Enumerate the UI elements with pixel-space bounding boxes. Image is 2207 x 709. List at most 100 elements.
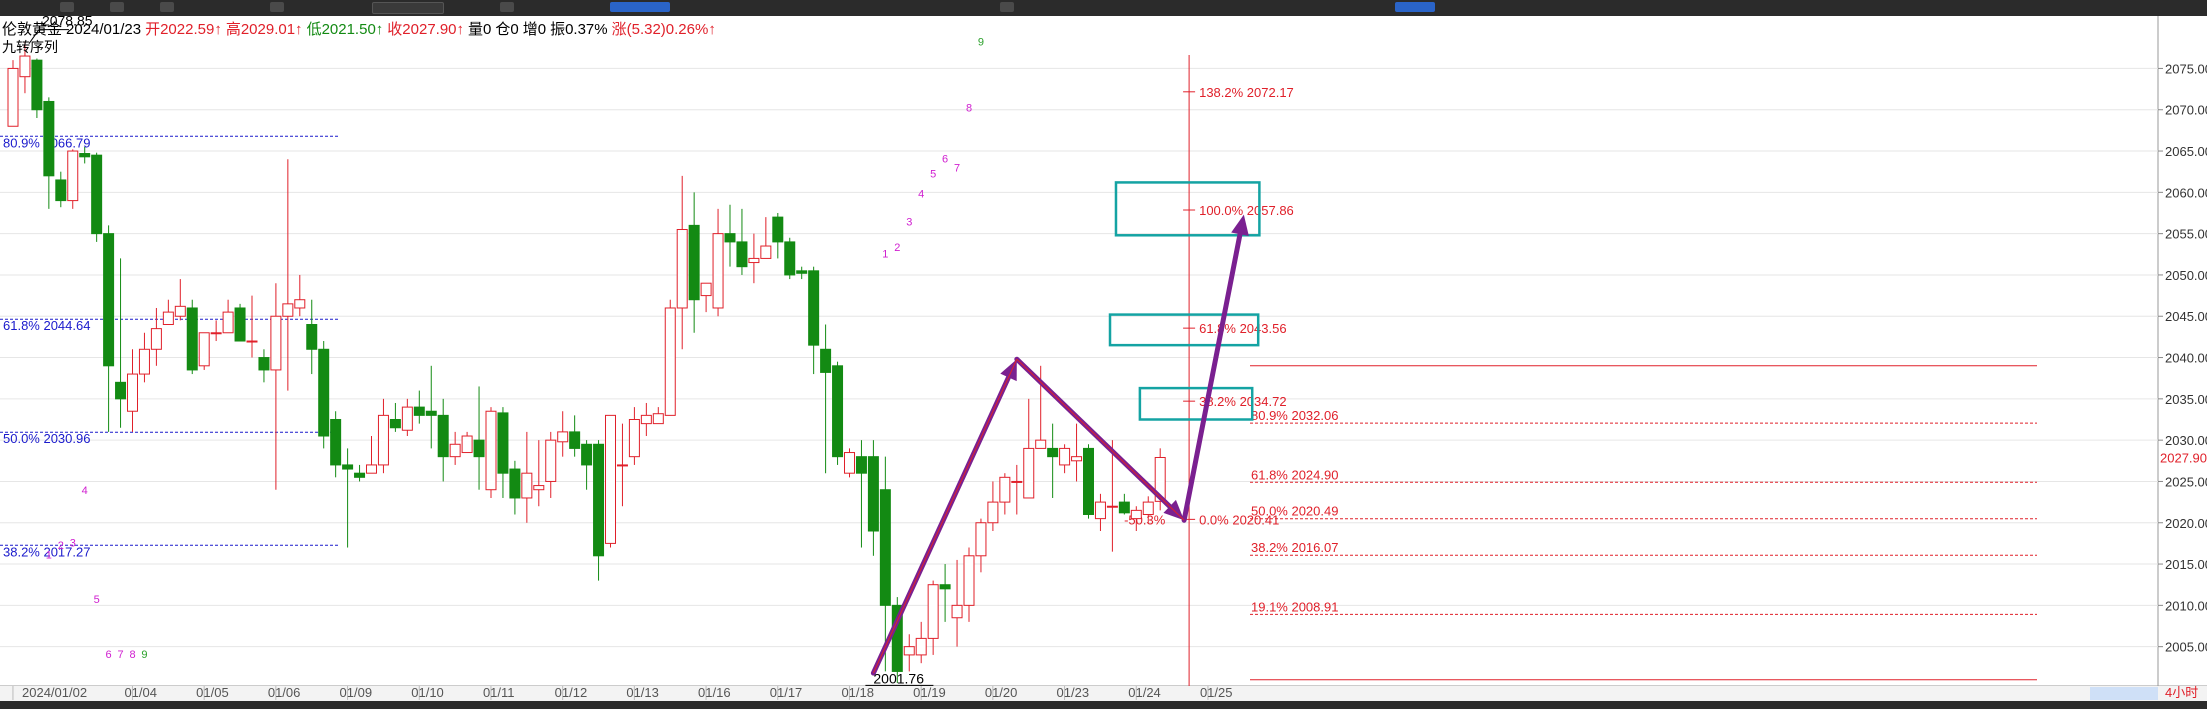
candle[interactable] [258,357,270,371]
candle[interactable] [533,485,545,491]
candle[interactable] [748,257,760,264]
candle[interactable] [700,282,712,297]
candle[interactable] [844,452,855,474]
candle[interactable] [425,410,437,416]
candle[interactable] [521,472,533,499]
candle[interactable] [915,637,927,656]
candle[interactable] [174,305,186,317]
candle[interactable] [628,418,640,458]
candle[interactable] [676,229,688,309]
candle[interactable] [19,55,31,78]
candle[interactable] [413,406,425,416]
candle[interactable] [1047,447,1059,458]
candle[interactable] [79,153,91,158]
candle[interactable] [903,646,915,656]
candle[interactable] [150,328,162,350]
candle[interactable] [67,150,79,202]
candle[interactable] [1035,439,1047,449]
candle[interactable] [724,233,736,243]
candle[interactable] [115,381,127,400]
candle[interactable] [246,340,258,343]
candle[interactable] [975,522,987,557]
candle[interactable] [879,489,891,606]
candle[interactable] [1106,505,1118,508]
candle[interactable] [401,406,413,431]
candle[interactable] [1130,509,1142,520]
candle[interactable] [198,332,210,367]
candle[interactable] [593,443,605,557]
candle[interactable] [186,307,198,371]
candle[interactable] [1142,501,1154,515]
candle[interactable] [1059,447,1071,466]
candle[interactable] [485,410,497,491]
candle[interactable] [7,67,19,127]
candle[interactable] [162,311,174,326]
candle[interactable] [55,179,67,202]
candle[interactable] [557,431,569,443]
candle[interactable] [867,456,879,532]
toolbar-input[interactable] [372,2,444,14]
candle[interactable] [545,439,557,482]
candle[interactable] [784,241,796,276]
candle[interactable] [987,501,999,524]
candle[interactable] [640,414,652,425]
candle[interactable] [832,365,844,458]
candle[interactable] [91,154,103,235]
toolbar-active-button[interactable] [1395,2,1435,12]
candle[interactable] [449,443,461,458]
candle[interactable] [1023,447,1035,499]
candle[interactable] [354,472,366,478]
candle[interactable] [282,303,294,317]
candle[interactable] [222,311,234,334]
candle[interactable] [760,245,772,259]
candle[interactable] [1094,501,1106,520]
candle[interactable] [294,299,306,309]
candle[interactable] [939,584,951,590]
candle[interactable] [461,435,473,454]
candle[interactable] [951,604,963,619]
candle[interactable] [688,224,700,301]
candle[interactable] [103,233,115,367]
toolbar-button[interactable] [110,2,124,12]
toolbar-active-button[interactable] [610,2,670,12]
candle[interactable] [772,216,784,243]
candle[interactable] [43,100,55,177]
candle[interactable] [1118,501,1130,514]
candle[interactable] [605,414,616,544]
candle[interactable] [31,59,43,111]
candle[interactable] [664,307,676,416]
candle[interactable] [270,315,282,371]
toolbar-button[interactable] [160,2,174,12]
candle[interactable] [497,412,509,474]
candlestick-chart[interactable]: 80.9% 2066.7961.8% 2044.6450.0% 2030.963… [0,0,2207,709]
candle[interactable] [234,307,246,342]
candle[interactable] [377,414,389,466]
candle[interactable] [127,373,138,412]
candle[interactable] [366,464,377,474]
candle[interactable] [569,431,581,449]
toolbar-button[interactable] [60,2,74,12]
candle[interactable] [1071,456,1083,462]
candle[interactable] [306,324,318,350]
candle[interactable] [330,418,342,466]
candle[interactable] [820,348,832,373]
candle[interactable] [473,439,485,458]
candle[interactable] [999,476,1011,503]
candle[interactable] [712,233,724,309]
toolbar-button[interactable] [1000,2,1014,12]
candle[interactable] [963,555,975,606]
candle[interactable] [1011,480,1023,483]
candle[interactable] [389,418,401,429]
candle[interactable] [437,414,449,458]
candle[interactable] [652,413,664,425]
time-scroll-thumb[interactable] [2090,687,2158,700]
candle[interactable] [855,456,867,474]
candle[interactable] [796,270,808,274]
candle[interactable] [808,270,820,346]
toolbar-button[interactable] [500,2,514,12]
candle[interactable] [210,332,222,335]
candle[interactable] [509,468,521,499]
candle[interactable] [616,464,628,467]
candle[interactable] [1083,447,1094,515]
candle[interactable] [927,584,939,639]
